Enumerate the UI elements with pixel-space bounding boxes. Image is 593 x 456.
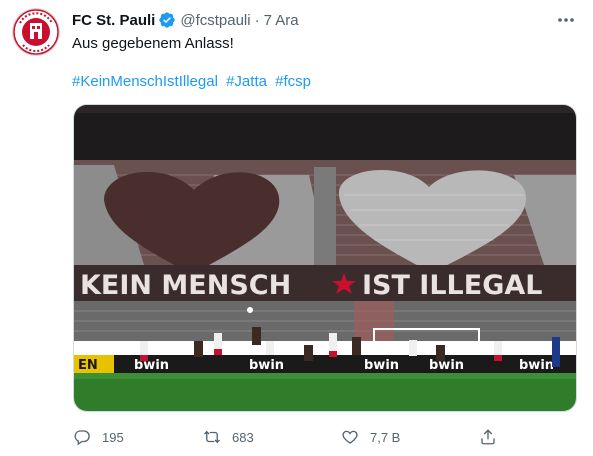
hashtag-link[interactable]: #fcsp: [275, 73, 311, 90]
ad-board-left: EN: [78, 358, 98, 373]
author-name[interactable]: FC St. Pauli: [72, 12, 155, 29]
reply-button[interactable]: 195: [72, 424, 124, 450]
banner-text-right: IST ILLEGAL: [362, 270, 542, 301]
banner-text-left: KEIN MENSCH: [80, 270, 291, 301]
share-button[interactable]: [478, 424, 508, 450]
stadium-photo: KEIN MENSCH IST ILLEGAL EN bwin bwin bwi…: [74, 105, 576, 411]
reply-count: 195: [102, 429, 124, 445]
reply-icon: [72, 427, 92, 447]
ad-board: bwin: [429, 358, 464, 373]
ad-board: bwin: [134, 358, 169, 373]
ad-board: bwin: [519, 358, 554, 373]
verified-badge-icon: [158, 11, 176, 29]
share-icon: [478, 427, 498, 447]
retweet-count: 683: [232, 429, 254, 445]
separator-dot: ·: [254, 11, 260, 29]
tweet-text: Aus gegebenem Anlass!: [72, 35, 234, 52]
avatar[interactable]: [12, 8, 60, 56]
retweet-icon: [202, 427, 222, 447]
tweet-header: FC St. Pauli @fcstpauli · 7 Ara: [72, 10, 299, 30]
like-count: 7,7 B: [370, 429, 401, 445]
ad-board: bwin: [364, 358, 399, 373]
retweet-button[interactable]: 683: [202, 424, 254, 450]
more-options-icon[interactable]: [553, 8, 579, 32]
heart-icon: [340, 427, 360, 447]
ad-board: bwin: [249, 358, 284, 373]
tweet-image[interactable]: KEIN MENSCH IST ILLEGAL EN bwin bwin bwi…: [73, 104, 577, 412]
author-handle[interactable]: @fcstpauli: [180, 12, 250, 29]
fc-st-pauli-logo: [13, 9, 59, 55]
timestamp[interactable]: 7 Ara: [264, 12, 299, 29]
tweet-action-bar: 195 683 7,7 B: [72, 424, 495, 450]
like-button[interactable]: 7,7 B: [340, 424, 400, 450]
hashtag-link[interactable]: #KeinMenschIstIllegal: [72, 73, 218, 90]
hashtag-link[interactable]: #Jatta: [226, 73, 267, 90]
hashtag-list: #KeinMenschIstIllegal #Jatta #fcsp: [72, 72, 315, 92]
